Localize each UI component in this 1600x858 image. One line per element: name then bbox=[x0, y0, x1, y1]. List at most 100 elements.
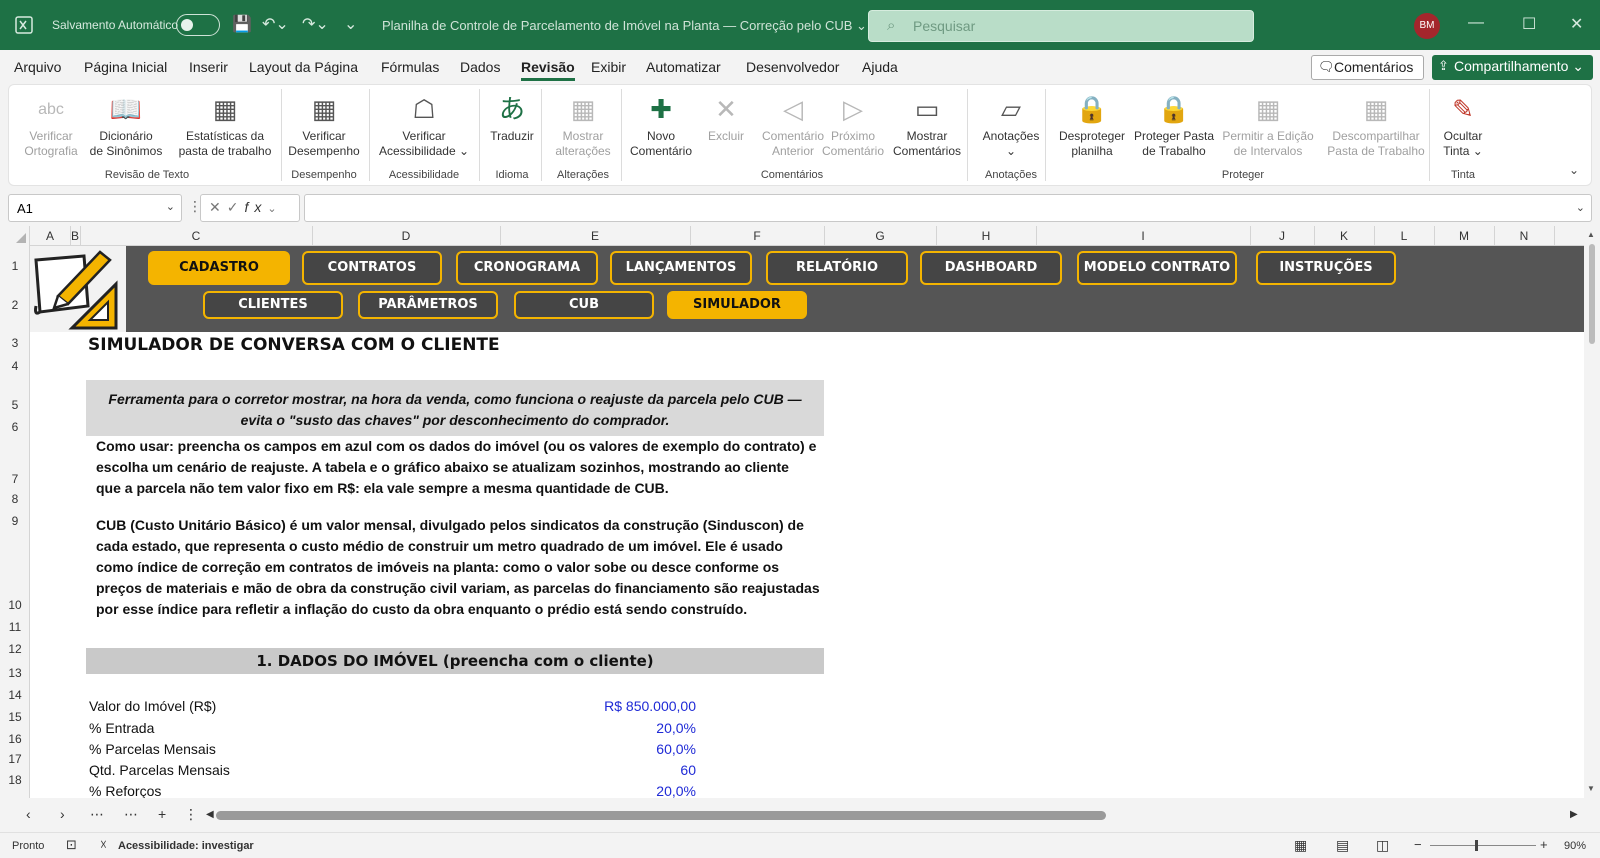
maximize-icon[interactable]: ☐ bbox=[1522, 14, 1536, 34]
subnav-button-cub[interactable]: CUB bbox=[514, 291, 654, 319]
nav-button-dashboard[interactable]: DASHBOARD bbox=[920, 251, 1062, 285]
column-header[interactable]: G bbox=[824, 229, 936, 243]
unprotect-sheet-button[interactable]: 🔒 Desproteger planilha bbox=[1053, 89, 1131, 159]
column-header[interactable]: F bbox=[690, 229, 824, 243]
notes-button[interactable]: ▱ Anotações ⌄ bbox=[975, 89, 1047, 159]
row-header[interactable]: 2 bbox=[0, 298, 30, 312]
column-header[interactable]: A bbox=[30, 229, 70, 243]
spellcheck-button[interactable]: abc Verificar Ortografia bbox=[17, 89, 85, 159]
name-box[interactable]: A1 ⌄ bbox=[8, 194, 182, 222]
zoom-level[interactable]: 90% bbox=[1564, 840, 1586, 852]
column-header[interactable]: N bbox=[1494, 229, 1554, 243]
row-header[interactable]: 12 bbox=[0, 642, 30, 656]
subnav-button-simulador[interactable]: SIMULADOR bbox=[667, 291, 807, 319]
confirm-formula-icon[interactable]: ✓ bbox=[227, 199, 245, 215]
comments-button[interactable]: 🗨 Comentários bbox=[1311, 55, 1424, 80]
row-header[interactable]: 7 bbox=[0, 472, 30, 486]
row-header[interactable]: 1 bbox=[0, 259, 30, 273]
row-header[interactable]: 14 bbox=[0, 688, 30, 702]
row-header[interactable]: 10 bbox=[0, 598, 30, 612]
nav-button-cadastro[interactable]: CADASTRO bbox=[148, 251, 290, 285]
more-sheets-right-icon[interactable]: ⋯ bbox=[124, 806, 138, 823]
more-sheets-left-icon[interactable]: ⋯ bbox=[90, 806, 104, 823]
zoom-slider-knob[interactable] bbox=[1475, 840, 1478, 851]
thesaurus-button[interactable]: 📖 Dicionário de Sinônimos bbox=[85, 89, 167, 159]
row-header[interactable]: 3 bbox=[0, 336, 30, 350]
next-sheet-icon[interactable]: › bbox=[60, 806, 65, 822]
row-header[interactable]: 13 bbox=[0, 666, 30, 680]
hide-ink-button[interactable]: ✎ Ocultar Tinta ⌄ bbox=[1433, 89, 1493, 159]
statistics-button[interactable]: ▦ Estatísticas da pasta de trabalho bbox=[169, 89, 281, 159]
menu-arquivo[interactable]: Arquivo bbox=[14, 59, 61, 75]
customize-toolbar-icon[interactable]: ⌄ bbox=[344, 14, 357, 34]
nav-button-instruções[interactable]: INSTRUÇÕES bbox=[1256, 251, 1396, 285]
show-changes-button[interactable]: ▦ Mostrar alterações bbox=[549, 89, 617, 159]
next-comment-button[interactable]: ▷ Próximo Comentário bbox=[815, 89, 891, 159]
menu-automatizar[interactable]: Automatizar bbox=[646, 59, 721, 75]
vertical-scroll-thumb[interactable] bbox=[1589, 244, 1595, 344]
collapse-ribbon-icon[interactable]: ⌄ bbox=[1569, 163, 1579, 177]
row-header[interactable]: 16 bbox=[0, 732, 30, 746]
delete-comment-button[interactable]: ✕ Excluir bbox=[701, 89, 751, 144]
column-header[interactable]: C bbox=[80, 229, 312, 243]
undo-icon[interactable]: ↶⌄ bbox=[262, 14, 289, 34]
page-break-view-icon[interactable]: ◫ bbox=[1376, 837, 1389, 854]
page-layout-view-icon[interactable]: ▤ bbox=[1336, 837, 1349, 854]
translate-button[interactable]: あ Traduzir bbox=[485, 89, 539, 144]
row-header[interactable]: 11 bbox=[0, 620, 30, 634]
search-box[interactable]: ⌕ Pesquisar bbox=[868, 10, 1254, 42]
column-header[interactable]: E bbox=[500, 229, 690, 243]
column-header[interactable]: K bbox=[1314, 229, 1374, 243]
select-all-button[interactable] bbox=[0, 226, 30, 246]
row-header[interactable]: 18 bbox=[0, 773, 30, 787]
field-value-reforcos[interactable]: 20,0% bbox=[656, 783, 696, 798]
column-header[interactable]: D bbox=[312, 229, 500, 243]
chevron-down-icon[interactable]: ⌄ bbox=[267, 203, 282, 215]
column-header[interactable]: H bbox=[936, 229, 1036, 243]
menu-formulas[interactable]: Fórmulas bbox=[381, 59, 439, 75]
scroll-left-icon[interactable]: ◀ bbox=[206, 809, 214, 820]
subnav-button-parâmetros[interactable]: PARÂMETROS bbox=[358, 291, 498, 319]
column-header[interactable]: B bbox=[70, 229, 80, 243]
share-button[interactable]: ⇪ Compartilhamento ⌄ bbox=[1432, 55, 1593, 80]
user-avatar[interactable]: BM bbox=[1414, 13, 1440, 39]
field-value-valor-imovel[interactable]: R$ 850.000,00 bbox=[604, 698, 696, 714]
performance-button[interactable]: ▦ Verificar Desempenho bbox=[287, 89, 361, 159]
row-header[interactable]: 6 bbox=[0, 420, 30, 434]
row-header[interactable]: 5 bbox=[0, 398, 30, 412]
nav-button-contratos[interactable]: CONTRATOS bbox=[302, 251, 442, 285]
scroll-down-icon[interactable]: ▼ bbox=[1587, 784, 1595, 793]
unshare-workbook-button[interactable]: ▦ Descompartilhar Pasta de Trabalho bbox=[1319, 89, 1433, 159]
macro-recording-icon[interactable]: ⊡ bbox=[66, 837, 77, 853]
sheet-options-icon[interactable]: ⋮ bbox=[184, 806, 198, 823]
autosave-toggle[interactable] bbox=[176, 14, 220, 36]
nav-button-modelo-contrato[interactable]: MODELO CONTRATO bbox=[1077, 251, 1237, 285]
normal-view-icon[interactable]: ▦ bbox=[1294, 837, 1307, 854]
vertical-scrollbar[interactable]: ▲ ▼ bbox=[1584, 226, 1600, 798]
menu-dados[interactable]: Dados bbox=[460, 59, 500, 75]
expand-formula-icon[interactable]: ⌄ bbox=[1576, 201, 1585, 214]
menu-exibir[interactable]: Exibir bbox=[591, 59, 626, 75]
row-header[interactable]: 8 bbox=[0, 492, 30, 506]
cancel-formula-icon[interactable]: ✕ bbox=[209, 199, 227, 215]
menu-ajuda[interactable]: Ajuda bbox=[862, 59, 898, 75]
row-header[interactable]: 9 bbox=[0, 514, 30, 528]
field-value-entrada[interactable]: 20,0% bbox=[656, 720, 696, 736]
zoom-in-icon[interactable]: + bbox=[1540, 837, 1548, 852]
protect-workbook-button[interactable]: 🔒 Proteger Pasta de Trabalho bbox=[1131, 89, 1217, 159]
field-value-parcelas-mensais[interactable]: 60,0% bbox=[656, 741, 696, 757]
subnav-button-clientes[interactable]: CLIENTES bbox=[203, 291, 343, 319]
prev-sheet-icon[interactable]: ‹ bbox=[26, 806, 31, 822]
menu-pagina-inicial[interactable]: Página Inicial bbox=[84, 59, 167, 75]
field-value-qtd-parcelas[interactable]: 60 bbox=[680, 762, 696, 778]
column-separator[interactable] bbox=[1554, 226, 1555, 246]
column-header[interactable]: J bbox=[1250, 229, 1314, 243]
zoom-out-icon[interactable]: − bbox=[1414, 837, 1422, 852]
row-header[interactable]: 4 bbox=[0, 359, 30, 373]
save-icon[interactable]: 💾 bbox=[232, 14, 252, 34]
formula-input[interactable]: ⌄ bbox=[304, 194, 1592, 222]
insert-function-icon[interactable]: fx bbox=[244, 199, 267, 215]
scroll-up-icon[interactable]: ▲ bbox=[1587, 230, 1595, 239]
column-header[interactable]: M bbox=[1434, 229, 1494, 243]
add-sheet-icon[interactable]: + bbox=[158, 806, 166, 822]
